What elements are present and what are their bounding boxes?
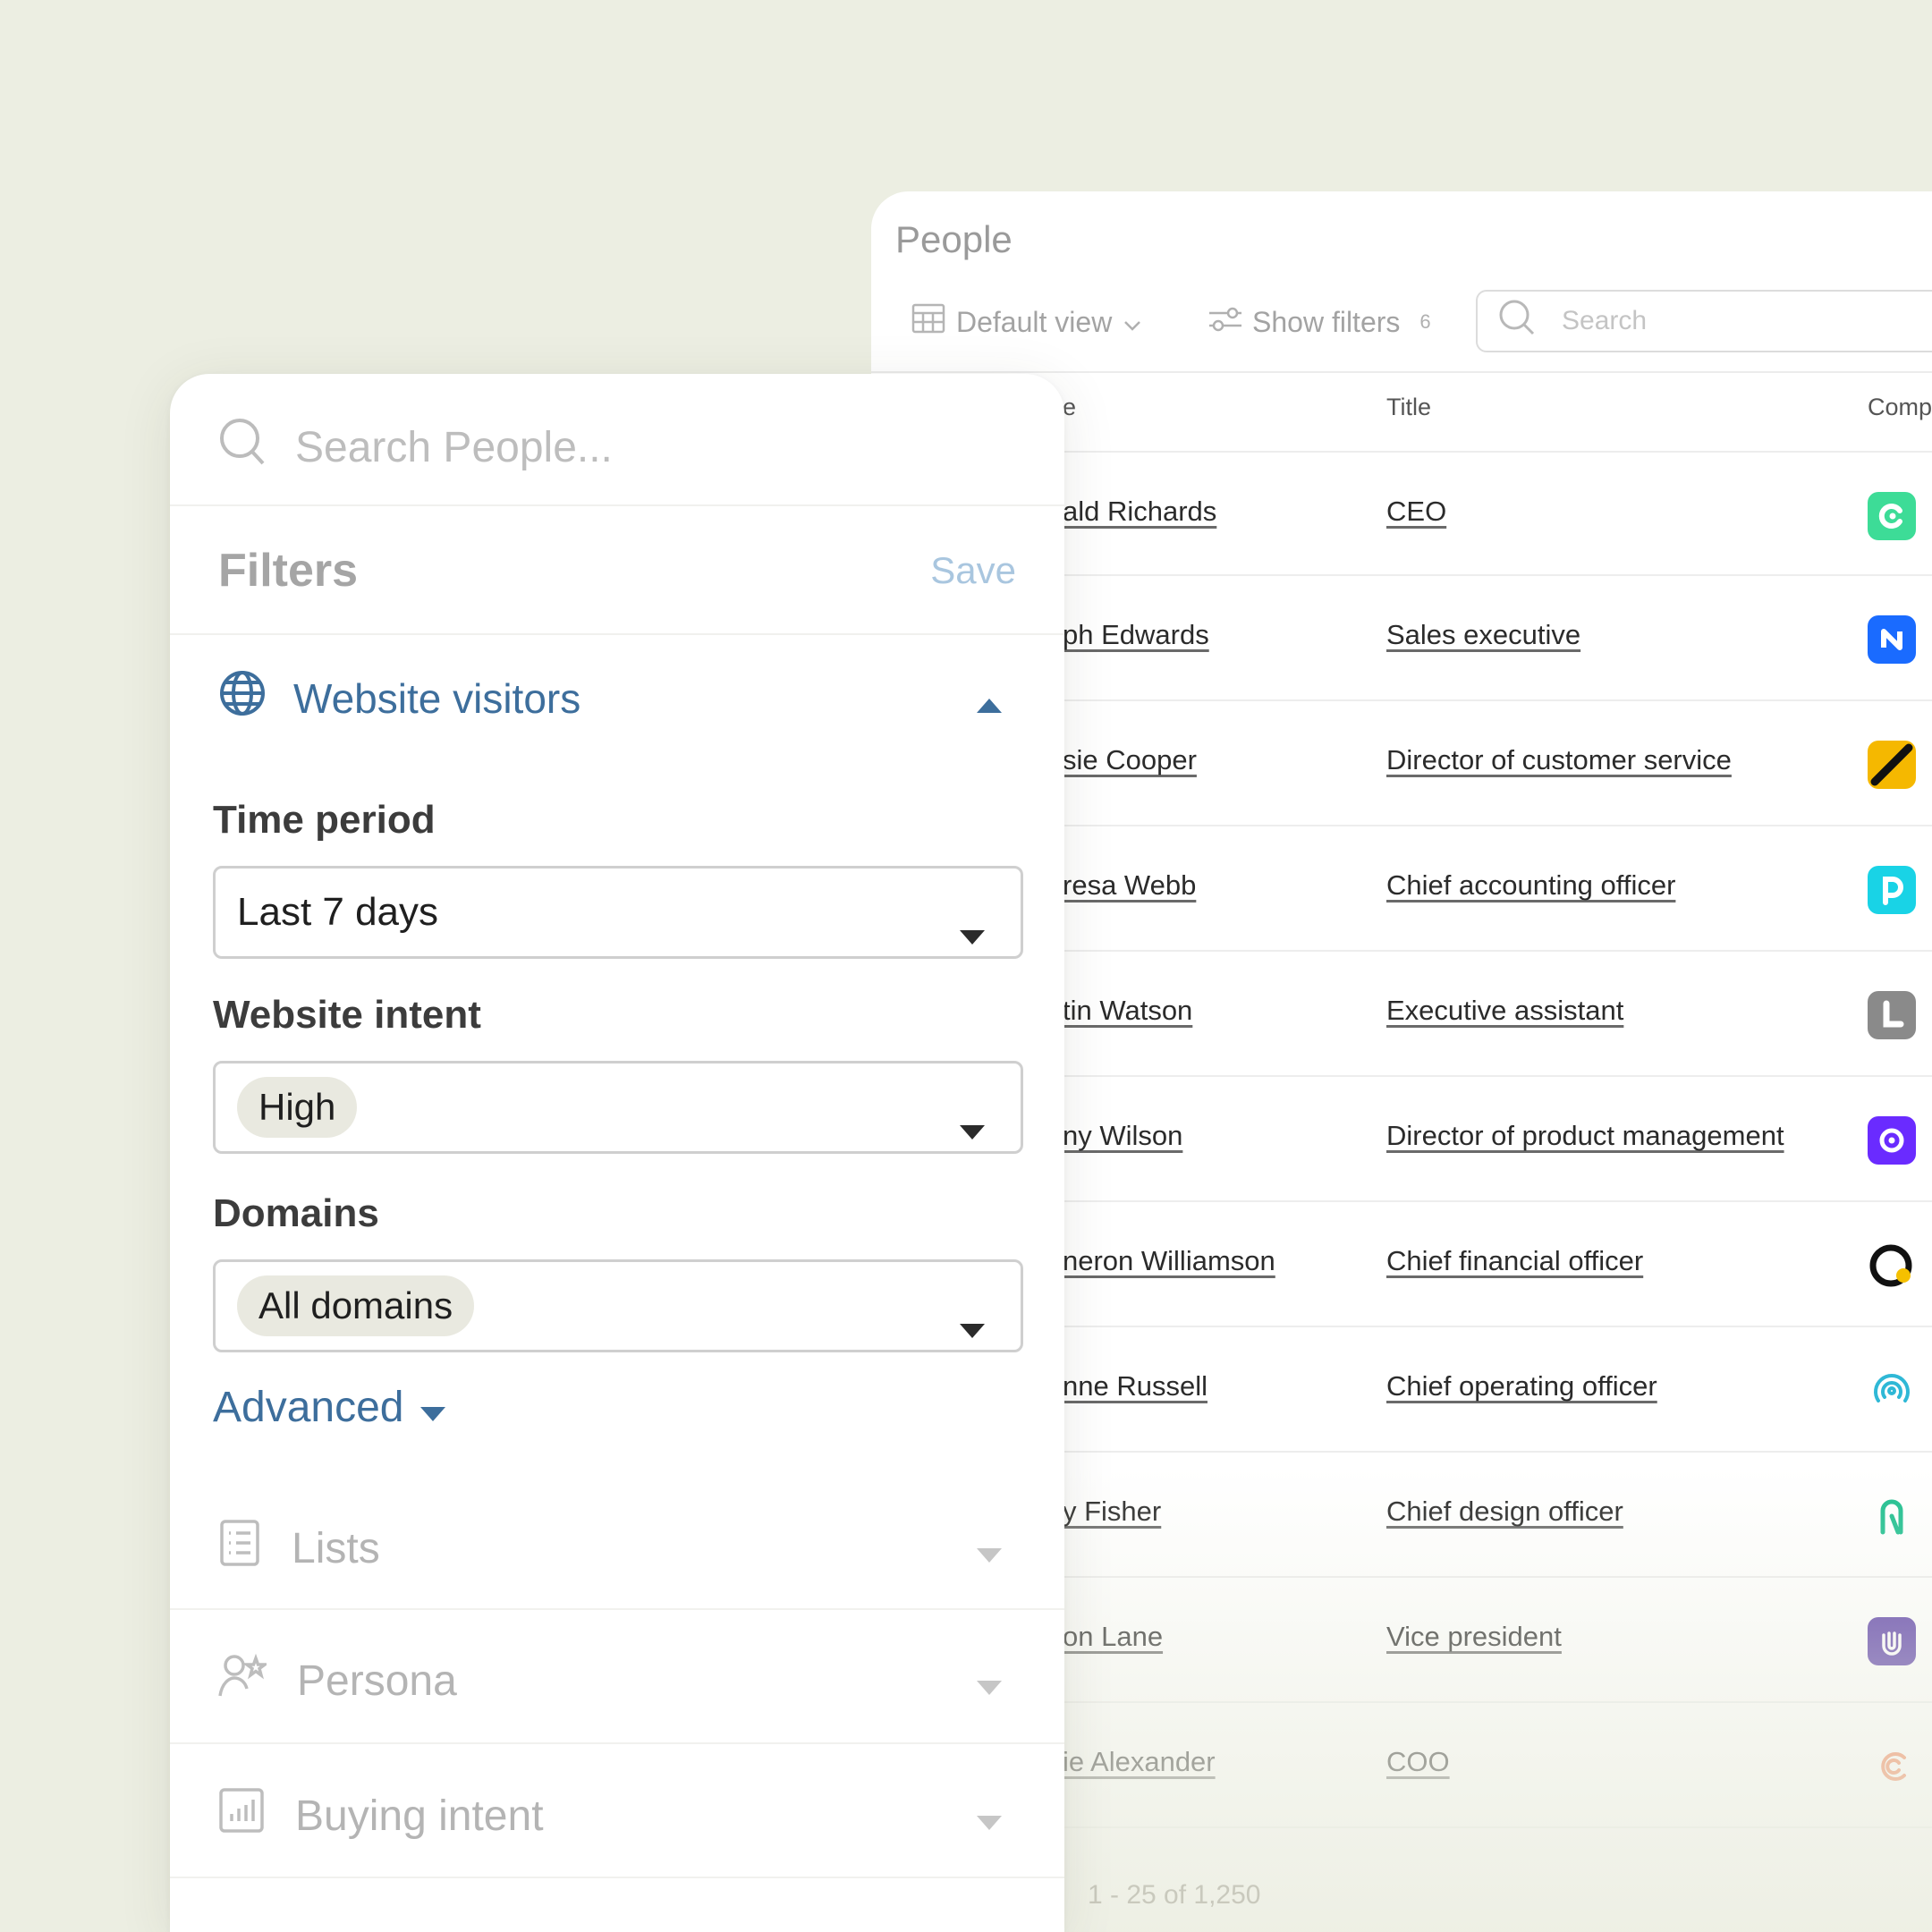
lists-section-toggle[interactable]: Lists bbox=[218, 1519, 1016, 1578]
bar-chart-icon bbox=[218, 1787, 265, 1844]
person-title-link[interactable]: Chief accounting officer bbox=[1386, 869, 1675, 902]
chevron-down-icon bbox=[1123, 306, 1142, 339]
persona-label: Persona bbox=[297, 1657, 457, 1705]
persona-section-toggle[interactable]: Persona bbox=[218, 1653, 1016, 1708]
search-placeholder: Search bbox=[1562, 306, 1648, 335]
column-header-name[interactable]: e bbox=[1063, 394, 1076, 421]
default-view-label: Default view bbox=[956, 305, 1113, 338]
persona-icon bbox=[218, 1653, 270, 1708]
people-toolbar: Default view Show filters 6 Search bbox=[871, 290, 1932, 376]
company-logo-icon[interactable] bbox=[1868, 1742, 1916, 1791]
person-title-link[interactable]: Sales executive bbox=[1386, 619, 1580, 651]
column-header-company[interactable]: Comp bbox=[1868, 394, 1932, 421]
person-title-link[interactable]: Chief design officer bbox=[1386, 1496, 1623, 1528]
show-filters-button[interactable]: Show filters 6 bbox=[1208, 290, 1431, 354]
people-search-input[interactable]: Search bbox=[1476, 290, 1932, 352]
person-name-link[interactable]: on Lane bbox=[1063, 1621, 1163, 1653]
company-logo-icon[interactable] bbox=[1868, 615, 1916, 664]
person-name-link[interactable]: ald Richards bbox=[1063, 496, 1216, 528]
search-placeholder: Search People... bbox=[295, 423, 613, 471]
divider bbox=[170, 1608, 1064, 1610]
lists-label: Lists bbox=[292, 1524, 380, 1572]
search-icon bbox=[1497, 298, 1537, 344]
divider bbox=[170, 633, 1064, 635]
domains-label: Domains bbox=[213, 1191, 379, 1235]
website-visitors-section-toggle[interactable]: Website visitors bbox=[218, 669, 1016, 727]
search-icon bbox=[218, 417, 267, 478]
divider bbox=[170, 1742, 1064, 1744]
website-intent-label: Website intent bbox=[213, 993, 481, 1037]
globe-icon bbox=[218, 669, 267, 727]
time-period-select[interactable]: Last 7 days bbox=[213, 866, 1023, 959]
section-title: Website visitors bbox=[293, 674, 581, 722]
buying-intent-label: Buying intent bbox=[295, 1792, 544, 1840]
person-title-link[interactable]: Executive assistant bbox=[1386, 995, 1623, 1027]
default-view-dropdown[interactable]: Default view bbox=[911, 290, 1142, 354]
person-name-link[interactable]: ny Wilson bbox=[1063, 1120, 1182, 1152]
company-logo-icon[interactable] bbox=[1868, 1116, 1916, 1165]
caret-down-icon bbox=[977, 1524, 1002, 1573]
save-button[interactable]: Save bbox=[930, 549, 1016, 592]
time-period-label: Time period bbox=[213, 798, 436, 842]
person-title-link[interactable]: Director of customer service bbox=[1386, 744, 1732, 776]
pagination-label: 1 - 25 of 1,250 bbox=[1088, 1880, 1261, 1910]
company-logo-icon[interactable] bbox=[1868, 741, 1916, 789]
show-filters-label: Show filters bbox=[1252, 305, 1401, 338]
caret-down-icon bbox=[977, 1792, 1002, 1841]
company-logo-icon[interactable] bbox=[1868, 1241, 1916, 1290]
caret-down-icon bbox=[960, 1105, 985, 1149]
company-logo-icon[interactable] bbox=[1868, 866, 1916, 914]
person-title-link[interactable]: Vice president bbox=[1386, 1621, 1562, 1653]
person-title-link[interactable]: Chief financial officer bbox=[1386, 1245, 1643, 1277]
caret-up-icon bbox=[977, 674, 1002, 723]
company-logo-icon[interactable] bbox=[1868, 1492, 1916, 1540]
buying-intent-section-toggle[interactable]: Buying intent bbox=[218, 1787, 1016, 1844]
person-name-link[interactable]: nne Russell bbox=[1063, 1370, 1208, 1402]
person-title-link[interactable]: Chief operating officer bbox=[1386, 1370, 1657, 1402]
page-title: People bbox=[895, 218, 1013, 260]
divider bbox=[170, 504, 1064, 506]
company-logo-icon[interactable] bbox=[1868, 492, 1916, 540]
company-logo-icon[interactable] bbox=[1868, 1617, 1916, 1665]
advanced-label: Advanced bbox=[213, 1384, 404, 1431]
filters-title: Filters bbox=[218, 545, 359, 597]
person-name-link[interactable]: tin Watson bbox=[1063, 995, 1192, 1027]
company-logo-icon[interactable] bbox=[1868, 1367, 1916, 1415]
selected-chip[interactable]: All domains bbox=[237, 1275, 475, 1336]
person-title-link[interactable]: CEO bbox=[1386, 496, 1446, 528]
table-icon bbox=[911, 301, 945, 343]
caret-down-icon bbox=[960, 910, 985, 954]
divider bbox=[170, 1877, 1064, 1878]
column-header-title[interactable]: Title bbox=[1386, 394, 1431, 421]
search-people-input[interactable]: Search People... bbox=[218, 417, 613, 478]
company-logo-icon[interactable] bbox=[1868, 991, 1916, 1039]
person-name-link[interactable]: y Fisher bbox=[1063, 1496, 1161, 1528]
person-name-link[interactable]: resa Webb bbox=[1063, 869, 1196, 902]
person-name-link[interactable]: sie Cooper bbox=[1063, 744, 1197, 776]
person-name-link[interactable]: ph Edwards bbox=[1063, 619, 1209, 651]
website-intent-select[interactable]: High bbox=[213, 1061, 1023, 1154]
caret-down-icon bbox=[419, 1383, 445, 1432]
person-name-link[interactable]: neron Williamson bbox=[1063, 1245, 1275, 1277]
divider bbox=[871, 371, 1932, 373]
caret-down-icon bbox=[960, 1303, 985, 1348]
advanced-toggle[interactable]: Advanced bbox=[213, 1383, 445, 1432]
person-title-link[interactable]: COO bbox=[1386, 1746, 1450, 1778]
person-title-link[interactable]: Director of product management bbox=[1386, 1120, 1784, 1152]
filters-panel: Search People... Filters Save Website vi… bbox=[170, 374, 1064, 1932]
sliders-icon bbox=[1208, 304, 1243, 340]
time-period-value: Last 7 days bbox=[237, 890, 439, 934]
caret-down-icon bbox=[977, 1657, 1002, 1706]
domains-select[interactable]: All domains bbox=[213, 1259, 1023, 1352]
selected-chip[interactable]: High bbox=[237, 1077, 358, 1138]
filters-count-badge: 6 bbox=[1419, 310, 1431, 333]
list-icon bbox=[218, 1519, 261, 1578]
person-name-link[interactable]: ie Alexander bbox=[1063, 1746, 1216, 1778]
